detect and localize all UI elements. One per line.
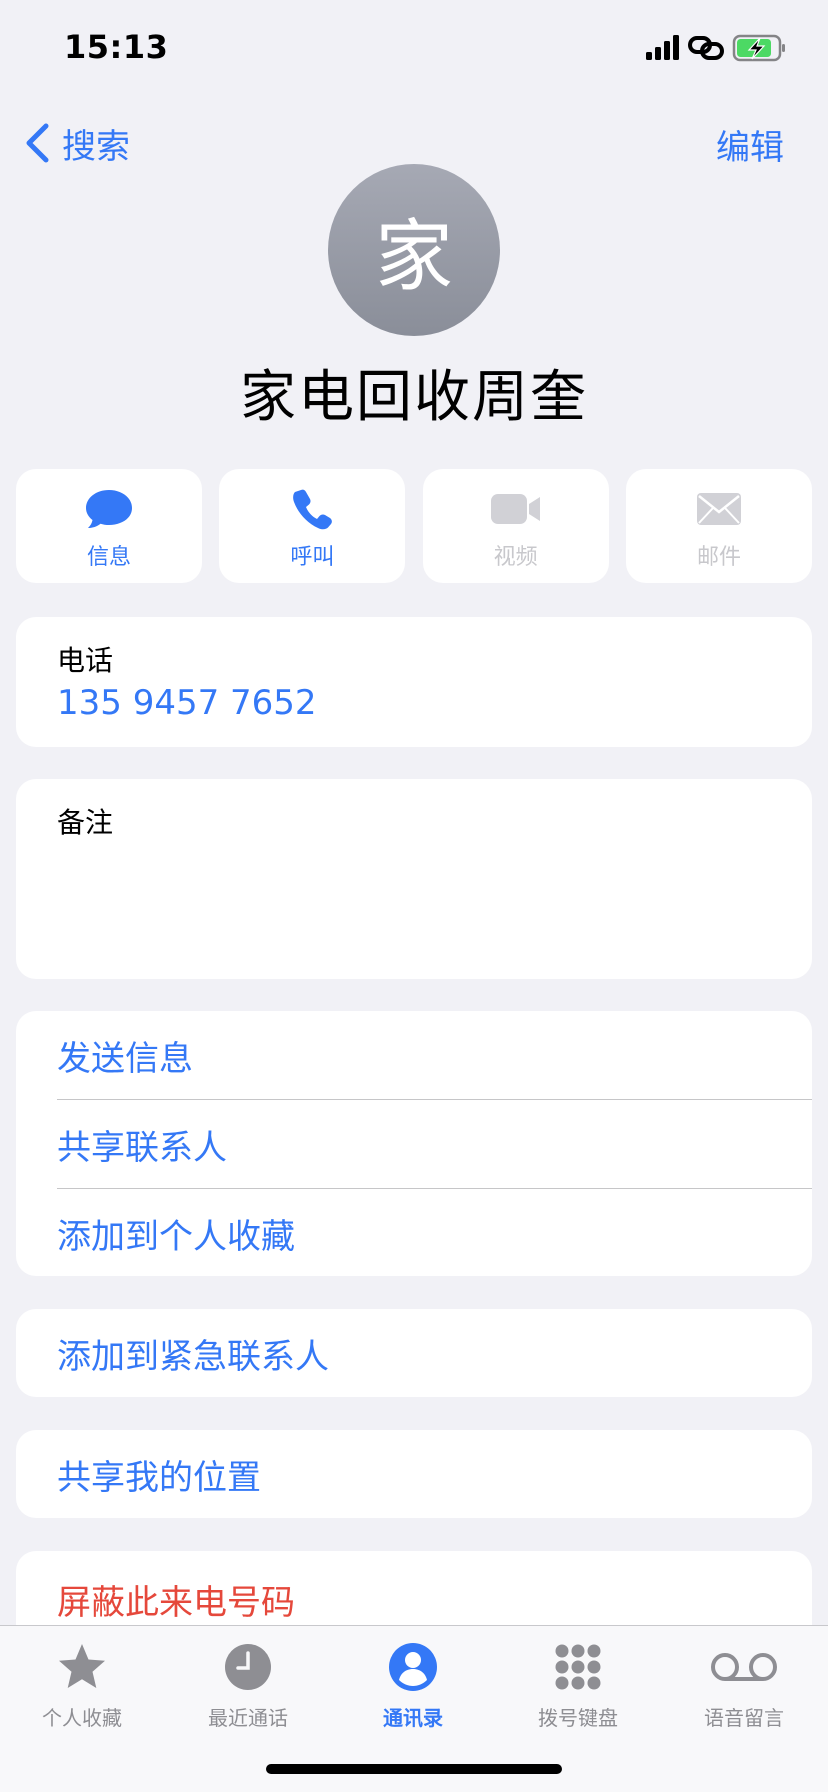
call-button[interactable]: 呼叫 — [219, 469, 406, 583]
add-emergency-contact-row[interactable]: 添加到紧急联系人 — [16, 1309, 812, 1397]
call-button-label: 呼叫 — [290, 545, 335, 570]
contact-name: 家电回收周奎 — [240, 365, 588, 430]
voicemail-icon — [711, 1653, 777, 1681]
tab-contacts-label: 通讯录 — [383, 1706, 443, 1730]
envelope-icon — [696, 493, 741, 525]
tab-recents[interactable]: 最近通话 — [168, 1638, 328, 1738]
cellular-signal-icon — [646, 35, 679, 60]
message-button-label: 信息 — [86, 545, 131, 570]
person-circle-icon — [389, 1643, 437, 1691]
tab-keypad-label: 拨号键盘 — [538, 1706, 618, 1730]
avatar-initial: 家 — [374, 212, 453, 302]
share-location-row[interactable]: 共享我的位置 — [16, 1430, 812, 1518]
message-bubble-icon — [86, 490, 132, 528]
phone-label: 电话 — [57, 644, 114, 677]
avatar[interactable]: 家 — [328, 164, 500, 336]
keypad-icon — [555, 1644, 601, 1690]
tab-favorites[interactable]: 个人收藏 — [2, 1638, 162, 1738]
tab-voicemail[interactable]: 语音留言 — [664, 1638, 824, 1738]
clock-icon — [225, 1644, 271, 1690]
notes-label: 备注 — [57, 806, 114, 839]
message-button[interactable]: 信息 — [16, 469, 202, 583]
phone-number-link[interactable]: 135 9457 7652 — [57, 683, 317, 723]
add-to-favorites-row[interactable]: 添加到个人收藏 — [16, 1189, 812, 1276]
mail-button-label: 邮件 — [696, 545, 741, 570]
edit-button[interactable]: 编辑 — [716, 120, 784, 169]
back-label: 搜索 — [62, 126, 130, 167]
phone-card: 电话 135 9457 7652 — [16, 617, 812, 747]
home-indicator[interactable] — [266, 1764, 562, 1774]
battery-charging-icon — [732, 34, 785, 62]
tab-contacts[interactable]: 通讯录 — [333, 1638, 493, 1738]
tab-favorites-label: 个人收藏 — [42, 1706, 122, 1730]
star-icon — [59, 1644, 105, 1688]
hotspot-link-icon — [688, 36, 724, 60]
tab-recents-label: 最近通话 — [208, 1706, 288, 1730]
video-camera-icon — [490, 494, 540, 524]
quick-actions: 信息 呼叫 视频 邮件 — [16, 469, 812, 583]
video-button-label: 视频 — [493, 545, 538, 570]
notes-card[interactable]: 备注 — [16, 779, 812, 979]
status-icons — [646, 34, 785, 62]
send-message-row[interactable]: 发送信息 — [16, 1011, 812, 1099]
phone-icon — [293, 489, 333, 530]
video-button[interactable]: 视频 — [422, 469, 609, 583]
options-list: 发送信息 共享联系人 添加到个人收藏 — [16, 1011, 812, 1276]
back-button[interactable]: 搜索 — [24, 118, 130, 168]
status-time: 15:13 — [64, 28, 169, 66]
tab-keypad[interactable]: 拨号键盘 — [498, 1638, 658, 1738]
mail-button[interactable]: 邮件 — [625, 469, 812, 583]
tab-voicemail-label: 语音留言 — [704, 1706, 784, 1730]
share-contact-row[interactable]: 共享联系人 — [16, 1100, 812, 1188]
chevron-left-icon — [26, 123, 49, 163]
